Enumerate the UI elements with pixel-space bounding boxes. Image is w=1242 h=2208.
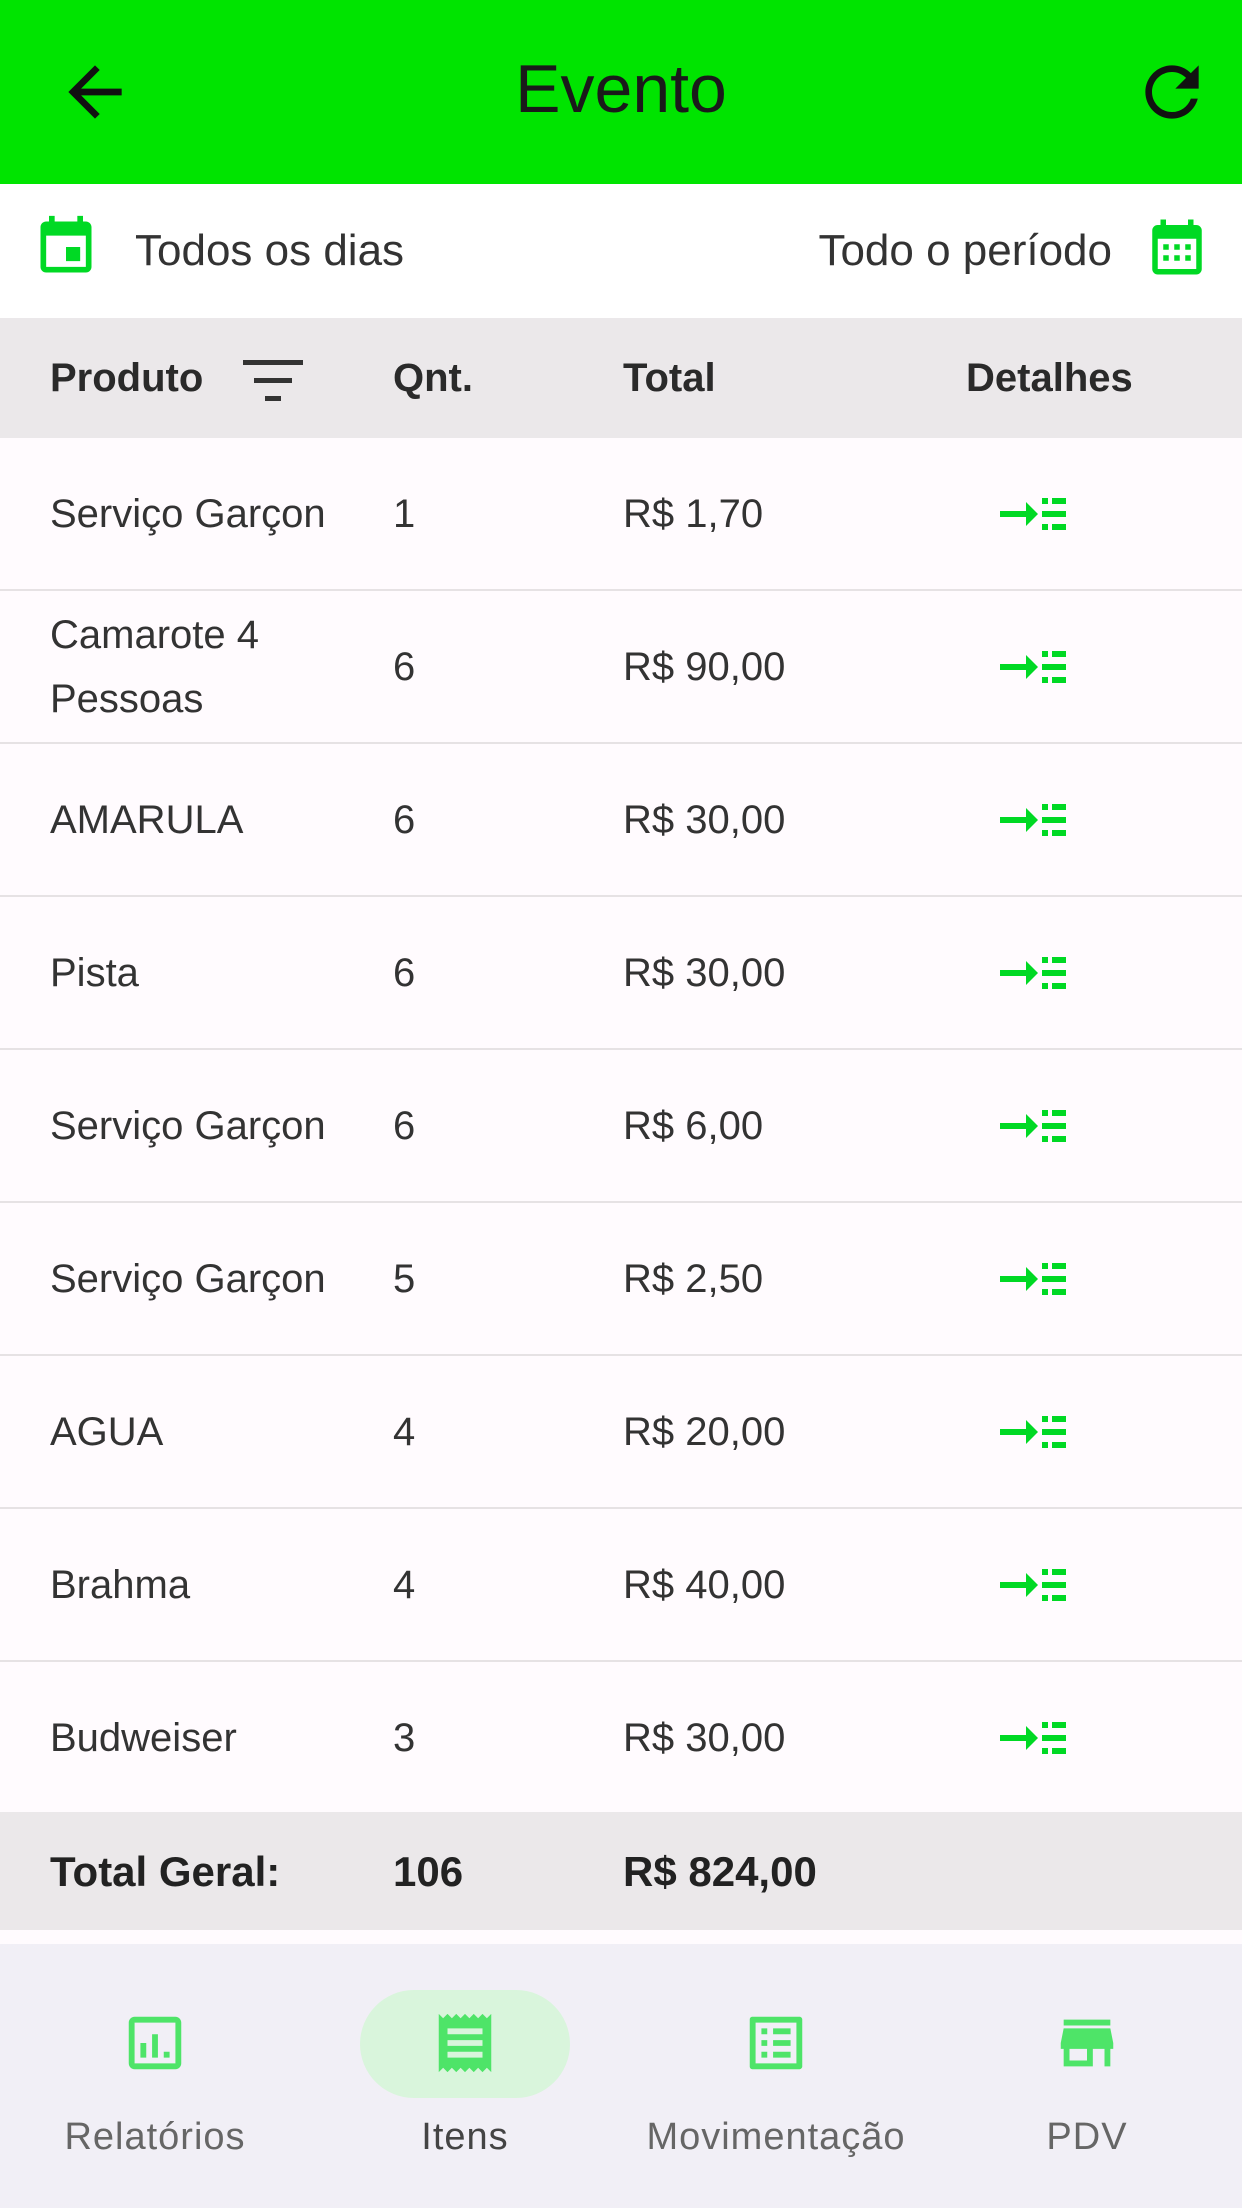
cell-qnt: 5 bbox=[393, 1256, 416, 1301]
cell-produto: Pista bbox=[50, 950, 139, 995]
table-row: AGUA 4 R$ 20,00 bbox=[0, 1356, 1242, 1509]
nav-label-relatorios: Relatórios bbox=[64, 2116, 246, 2158]
cell-total: R$ 30,00 bbox=[623, 950, 786, 995]
table-row: AMARULA 6 R$ 30,00 bbox=[0, 744, 1242, 897]
days-filter-label[interactable]: Todos os dias bbox=[135, 226, 404, 276]
cell-produto: Budweiser bbox=[50, 1715, 237, 1760]
filter-icon[interactable] bbox=[240, 356, 306, 408]
nav-item-movimentacao[interactable]: Movimentação bbox=[621, 1944, 931, 2208]
cell-qnt: 6 bbox=[393, 797, 416, 842]
cell-qnt: 3 bbox=[393, 1715, 416, 1760]
cell-produto: Serviço Garçon bbox=[50, 1256, 326, 1301]
calendar-month-icon[interactable] bbox=[1144, 211, 1210, 283]
cell-produto: Serviço Garçon bbox=[50, 1103, 326, 1148]
details-icon[interactable] bbox=[998, 494, 1066, 534]
period-filter-label[interactable]: Todo o período bbox=[818, 226, 1112, 276]
header-detalhes: Detalhes bbox=[966, 356, 1133, 400]
table-row: Serviço Garçon 5 R$ 2,50 bbox=[0, 1203, 1242, 1356]
cell-total: R$ 2,50 bbox=[623, 1256, 764, 1301]
store-icon bbox=[1052, 2008, 1122, 2078]
refresh-icon[interactable] bbox=[1132, 52, 1212, 132]
nav-label-pdv: PDV bbox=[1046, 2116, 1128, 2158]
details-icon[interactable] bbox=[998, 1259, 1066, 1299]
details-icon[interactable] bbox=[998, 1718, 1066, 1758]
cell-qnt: 6 bbox=[393, 950, 416, 995]
table-row: Serviço Garçon 6 R$ 6,00 bbox=[0, 1050, 1242, 1203]
cell-total: R$ 90,00 bbox=[623, 644, 786, 689]
cell-qnt: 4 bbox=[393, 1562, 416, 1607]
bottom-navigation: Relatórios Itens Movimentação PDV bbox=[0, 1944, 1242, 2208]
details-icon[interactable] bbox=[998, 953, 1066, 993]
calendar-day-icon[interactable] bbox=[32, 211, 100, 283]
cell-produto: Camarote 4 Pessoas bbox=[50, 612, 259, 721]
header-total: Total bbox=[623, 356, 716, 400]
cell-total: R$ 1,70 bbox=[623, 491, 764, 536]
table-row: Serviço Garçon 1 R$ 1,70 bbox=[0, 438, 1242, 591]
cell-qnt: 4 bbox=[393, 1409, 416, 1454]
details-icon[interactable] bbox=[998, 1565, 1066, 1605]
cell-produto: Serviço Garçon bbox=[50, 491, 326, 536]
nav-label-itens: Itens bbox=[421, 2116, 509, 2158]
nav-item-itens[interactable]: Itens bbox=[310, 1944, 620, 2208]
cell-total: R$ 30,00 bbox=[623, 1715, 786, 1760]
cell-qnt: 6 bbox=[393, 1103, 416, 1148]
cell-qnt: 1 bbox=[393, 491, 416, 536]
details-icon[interactable] bbox=[998, 1412, 1066, 1452]
nav-item-pdv[interactable]: PDV bbox=[932, 1944, 1242, 2208]
total-value: R$ 824,00 bbox=[623, 1848, 817, 1895]
table-row: Brahma 4 R$ 40,00 bbox=[0, 1509, 1242, 1662]
table-body: Serviço Garçon 1 R$ 1,70 Camarote 4 Pess… bbox=[0, 438, 1242, 1815]
nav-label-movimentacao: Movimentação bbox=[646, 2116, 906, 2158]
table-header: Produto Qnt. Total Detalhes bbox=[0, 318, 1242, 438]
total-qnt: 106 bbox=[393, 1848, 464, 1895]
details-icon[interactable] bbox=[998, 647, 1066, 687]
cell-total: R$ 40,00 bbox=[623, 1562, 786, 1607]
date-filter-bar: Todos os dias Todo o período bbox=[0, 184, 1242, 318]
cell-qnt: 6 bbox=[393, 644, 416, 689]
header-produto[interactable]: Produto bbox=[50, 356, 203, 401]
page-title: Evento bbox=[515, 51, 727, 127]
cell-produto: AMARULA bbox=[50, 797, 244, 842]
table-row: Budweiser 3 R$ 30,00 bbox=[0, 1662, 1242, 1815]
cell-produto: AGUA bbox=[50, 1409, 164, 1454]
table-footer: Total Geral: 106 R$ 824,00 bbox=[0, 1812, 1242, 1930]
app-bar: Evento bbox=[0, 0, 1242, 184]
total-geral-label: Total Geral: bbox=[50, 1848, 281, 1895]
cell-total: R$ 6,00 bbox=[623, 1103, 764, 1148]
cell-total: R$ 30,00 bbox=[623, 797, 786, 842]
table-row: Pista 6 R$ 30,00 bbox=[0, 897, 1242, 1050]
header-qnt: Qnt. bbox=[393, 356, 473, 400]
nav-item-relatorios[interactable]: Relatórios bbox=[0, 1944, 310, 2208]
receipt-icon bbox=[430, 2008, 500, 2078]
cell-produto: Brahma bbox=[50, 1562, 191, 1607]
details-icon[interactable] bbox=[998, 1106, 1066, 1146]
cell-total: R$ 20,00 bbox=[623, 1409, 786, 1454]
list-alt-icon bbox=[741, 2008, 811, 2078]
details-icon[interactable] bbox=[998, 800, 1066, 840]
table-row: Camarote 4 Pessoas 6 R$ 90,00 bbox=[0, 591, 1242, 744]
report-chart-icon bbox=[120, 2008, 190, 2078]
